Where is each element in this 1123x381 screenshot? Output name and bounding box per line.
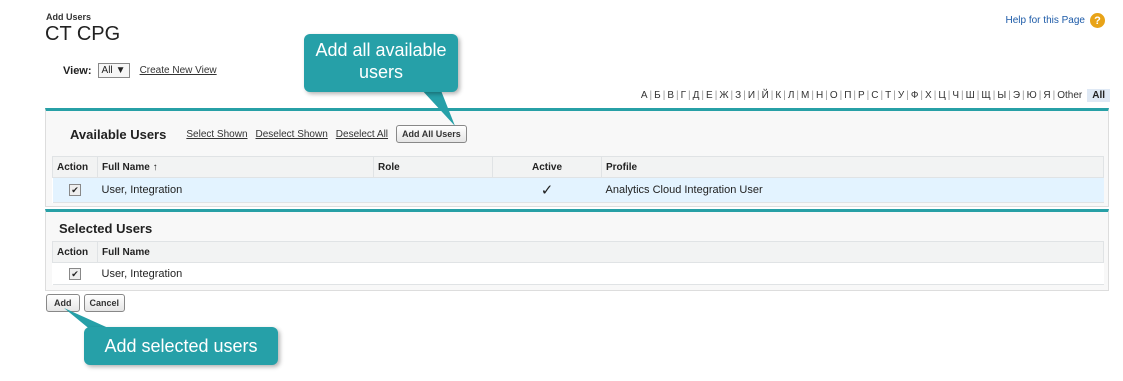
callout-add-all-users: Add all available users	[304, 34, 458, 92]
callout-pointers	[64, 88, 455, 331]
callout-add-selected-users: Add selected users	[84, 327, 278, 365]
callout-pointer-add-all	[420, 88, 455, 126]
callout-add-selected-text: Add selected users	[104, 336, 258, 356]
callout-add-all-text: Add all available users	[315, 40, 447, 82]
